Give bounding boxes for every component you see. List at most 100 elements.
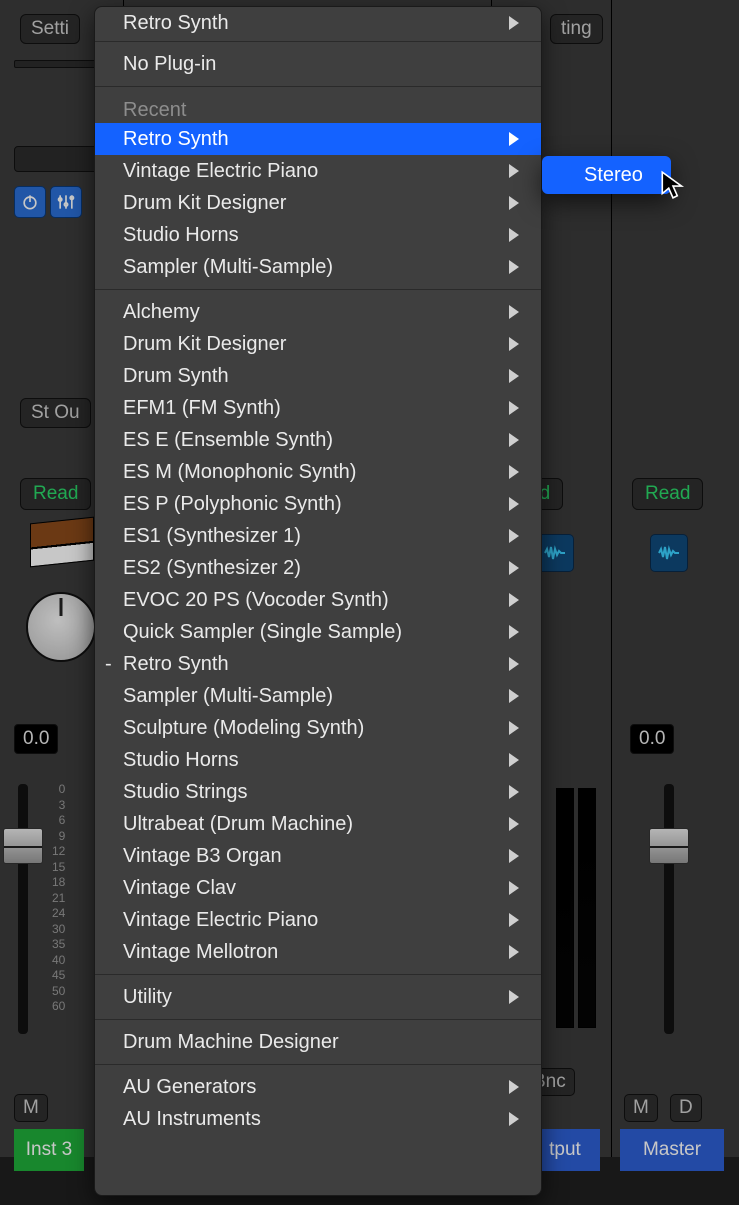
menu-item-instrument-18[interactable]: Vintage Clav [95, 872, 541, 904]
menu-item-instrument-1[interactable]: Drum Kit Designer [95, 328, 541, 360]
menu-item-label: Retro Synth [123, 9, 229, 37]
menu-separator [95, 974, 541, 975]
menu-item-label: Retro Synth [123, 125, 229, 153]
menu-item-instrument-6[interactable]: ES P (Polyphonic Synth) [95, 488, 541, 520]
menu-item-instrument-3[interactable]: EFM1 (FM Synth) [95, 392, 541, 424]
menu-item-instrument-16[interactable]: Ultrabeat (Drum Machine) [95, 808, 541, 840]
menu-item-label: Sampler (Multi-Sample) [123, 253, 333, 281]
pan-value-left[interactable]: 0.0 [14, 724, 58, 754]
menu-item-instrument-14[interactable]: Studio Horns [95, 744, 541, 776]
menu-item-recent-0[interactable]: Retro Synth [95, 123, 541, 155]
chevron-right-icon [509, 164, 519, 178]
menu-item-instrument-15[interactable]: Studio Strings [95, 776, 541, 808]
chevron-right-icon [509, 657, 519, 671]
menu-item-instrument-5[interactable]: ES M (Monophonic Synth) [95, 456, 541, 488]
volume-fader-master[interactable] [664, 784, 674, 1034]
output-slot[interactable]: St Ou [20, 398, 91, 428]
chevron-right-icon [509, 1112, 519, 1126]
menu-item-recent-1[interactable]: Vintage Electric Piano [95, 155, 541, 187]
chevron-right-icon [509, 260, 519, 274]
waveform-icon[interactable] [650, 534, 688, 572]
volume-fader-left[interactable] [18, 784, 28, 1034]
chevron-right-icon [509, 689, 519, 703]
chevron-right-icon [509, 465, 519, 479]
power-icon[interactable] [14, 186, 46, 218]
menu-item-retro-synth-current[interactable]: Retro Synth [95, 7, 541, 39]
menu-item-au-0[interactable]: AU Generators [95, 1071, 541, 1103]
sliders-icon[interactable] [50, 186, 82, 218]
menu-item-label: AU Generators [123, 1073, 256, 1101]
menu-item-label: Quick Sampler (Single Sample) [123, 618, 402, 646]
chevron-right-icon [509, 305, 519, 319]
instrument-plugin-menu[interactable]: Retro Synth No Plug-in Recent Retro Synt… [94, 6, 542, 1196]
menu-item-label: Studio Horns [123, 746, 239, 774]
menu-item-no-plugin[interactable]: No Plug-in [95, 48, 541, 80]
menu-item-recent-4[interactable]: Sampler (Multi-Sample) [95, 251, 541, 283]
menu-item-instrument-0[interactable]: Alchemy [95, 296, 541, 328]
channel-name-master[interactable]: Master [620, 1129, 724, 1171]
menu-separator [95, 1019, 541, 1020]
menu-item-label: ES E (Ensemble Synth) [123, 426, 333, 454]
menu-item-utility[interactable]: Utility [95, 981, 541, 1013]
menu-item-instrument-12[interactable]: Sampler (Multi-Sample) [95, 680, 541, 712]
menu-item-label: EVOC 20 PS (Vocoder Synth) [123, 586, 389, 614]
menu-item-label: Drum Synth [123, 362, 229, 390]
menu-item-recent-2[interactable]: Drum Kit Designer [95, 187, 541, 219]
chevron-right-icon [509, 561, 519, 575]
menu-item-instrument-8[interactable]: ES2 (Synthesizer 2) [95, 552, 541, 584]
menu-item-label: Ultrabeat (Drum Machine) [123, 810, 353, 838]
menu-separator [95, 289, 541, 290]
chevron-right-icon [509, 1080, 519, 1094]
chevron-right-icon [509, 990, 519, 1004]
menu-item-instrument-20[interactable]: Vintage Mellotron [95, 936, 541, 968]
menu-item-label: ES2 (Synthesizer 2) [123, 554, 301, 582]
menu-item-label: AU Instruments [123, 1105, 261, 1133]
menu-item-label: ES P (Polyphonic Synth) [123, 490, 342, 518]
chevron-right-icon [509, 785, 519, 799]
menu-item-instrument-17[interactable]: Vintage B3 Organ [95, 840, 541, 872]
chevron-right-icon [509, 228, 519, 242]
chevron-right-icon [509, 849, 519, 863]
menu-item-label: EFM1 (FM Synth) [123, 394, 281, 422]
chevron-right-icon [509, 593, 519, 607]
menu-item-instrument-11[interactable]: Retro Synth [95, 648, 541, 680]
menu-item-instrument-13[interactable]: Sculpture (Modeling Synth) [95, 712, 541, 744]
chevron-right-icon [509, 753, 519, 767]
menu-item-instrument-19[interactable]: Vintage Electric Piano [95, 904, 541, 936]
menu-item-instrument-10[interactable]: Quick Sampler (Single Sample) [95, 616, 541, 648]
mute-button-left[interactable]: M [14, 1094, 48, 1122]
dim-button[interactable]: D [670, 1094, 702, 1122]
menu-item-label: Utility [123, 983, 172, 1011]
chevron-right-icon [509, 817, 519, 831]
setting-button-left[interactable]: Setti [20, 14, 80, 44]
fader-scale: 036 91215 182124 303540 455060 [52, 782, 65, 1015]
power-row [14, 186, 82, 218]
level-meter [578, 788, 596, 1028]
automation-read-left[interactable]: Read [20, 478, 91, 510]
menu-item-instrument-9[interactable]: EVOC 20 PS (Vocoder Synth) [95, 584, 541, 616]
menu-item-label: Vintage B3 Organ [123, 842, 282, 870]
fader-cap[interactable] [649, 828, 689, 864]
menu-separator [95, 41, 541, 42]
pan-knob[interactable] [26, 592, 96, 662]
menu-item-drum-machine-designer[interactable]: Drum Machine Designer [95, 1026, 541, 1058]
setting-button-right[interactable]: ting [550, 14, 603, 44]
menu-item-au-1[interactable]: AU Instruments [95, 1103, 541, 1135]
mute-button-master[interactable]: M [624, 1094, 658, 1122]
menu-item-instrument-4[interactable]: ES E (Ensemble Synth) [95, 424, 541, 456]
chevron-right-icon [509, 881, 519, 895]
automation-read-master[interactable]: Read [632, 478, 703, 510]
menu-item-label: Vintage Mellotron [123, 938, 278, 966]
menu-item-label: Retro Synth [123, 650, 229, 678]
chevron-right-icon [509, 913, 519, 927]
menu-item-recent-3[interactable]: Studio Horns [95, 219, 541, 251]
channel-name-left[interactable]: Inst 3 [14, 1129, 84, 1171]
pan-value-master[interactable]: 0.0 [630, 724, 674, 754]
menu-item-instrument-2[interactable]: Drum Synth [95, 360, 541, 392]
fader-cap[interactable] [3, 828, 43, 864]
menu-item-label: Studio Strings [123, 778, 248, 806]
menu-section-header-recent: Recent [95, 93, 541, 123]
submenu-stereo[interactable]: Stereo [542, 156, 671, 194]
menu-item-instrument-7[interactable]: ES1 (Synthesizer 1) [95, 520, 541, 552]
chevron-right-icon [509, 945, 519, 959]
